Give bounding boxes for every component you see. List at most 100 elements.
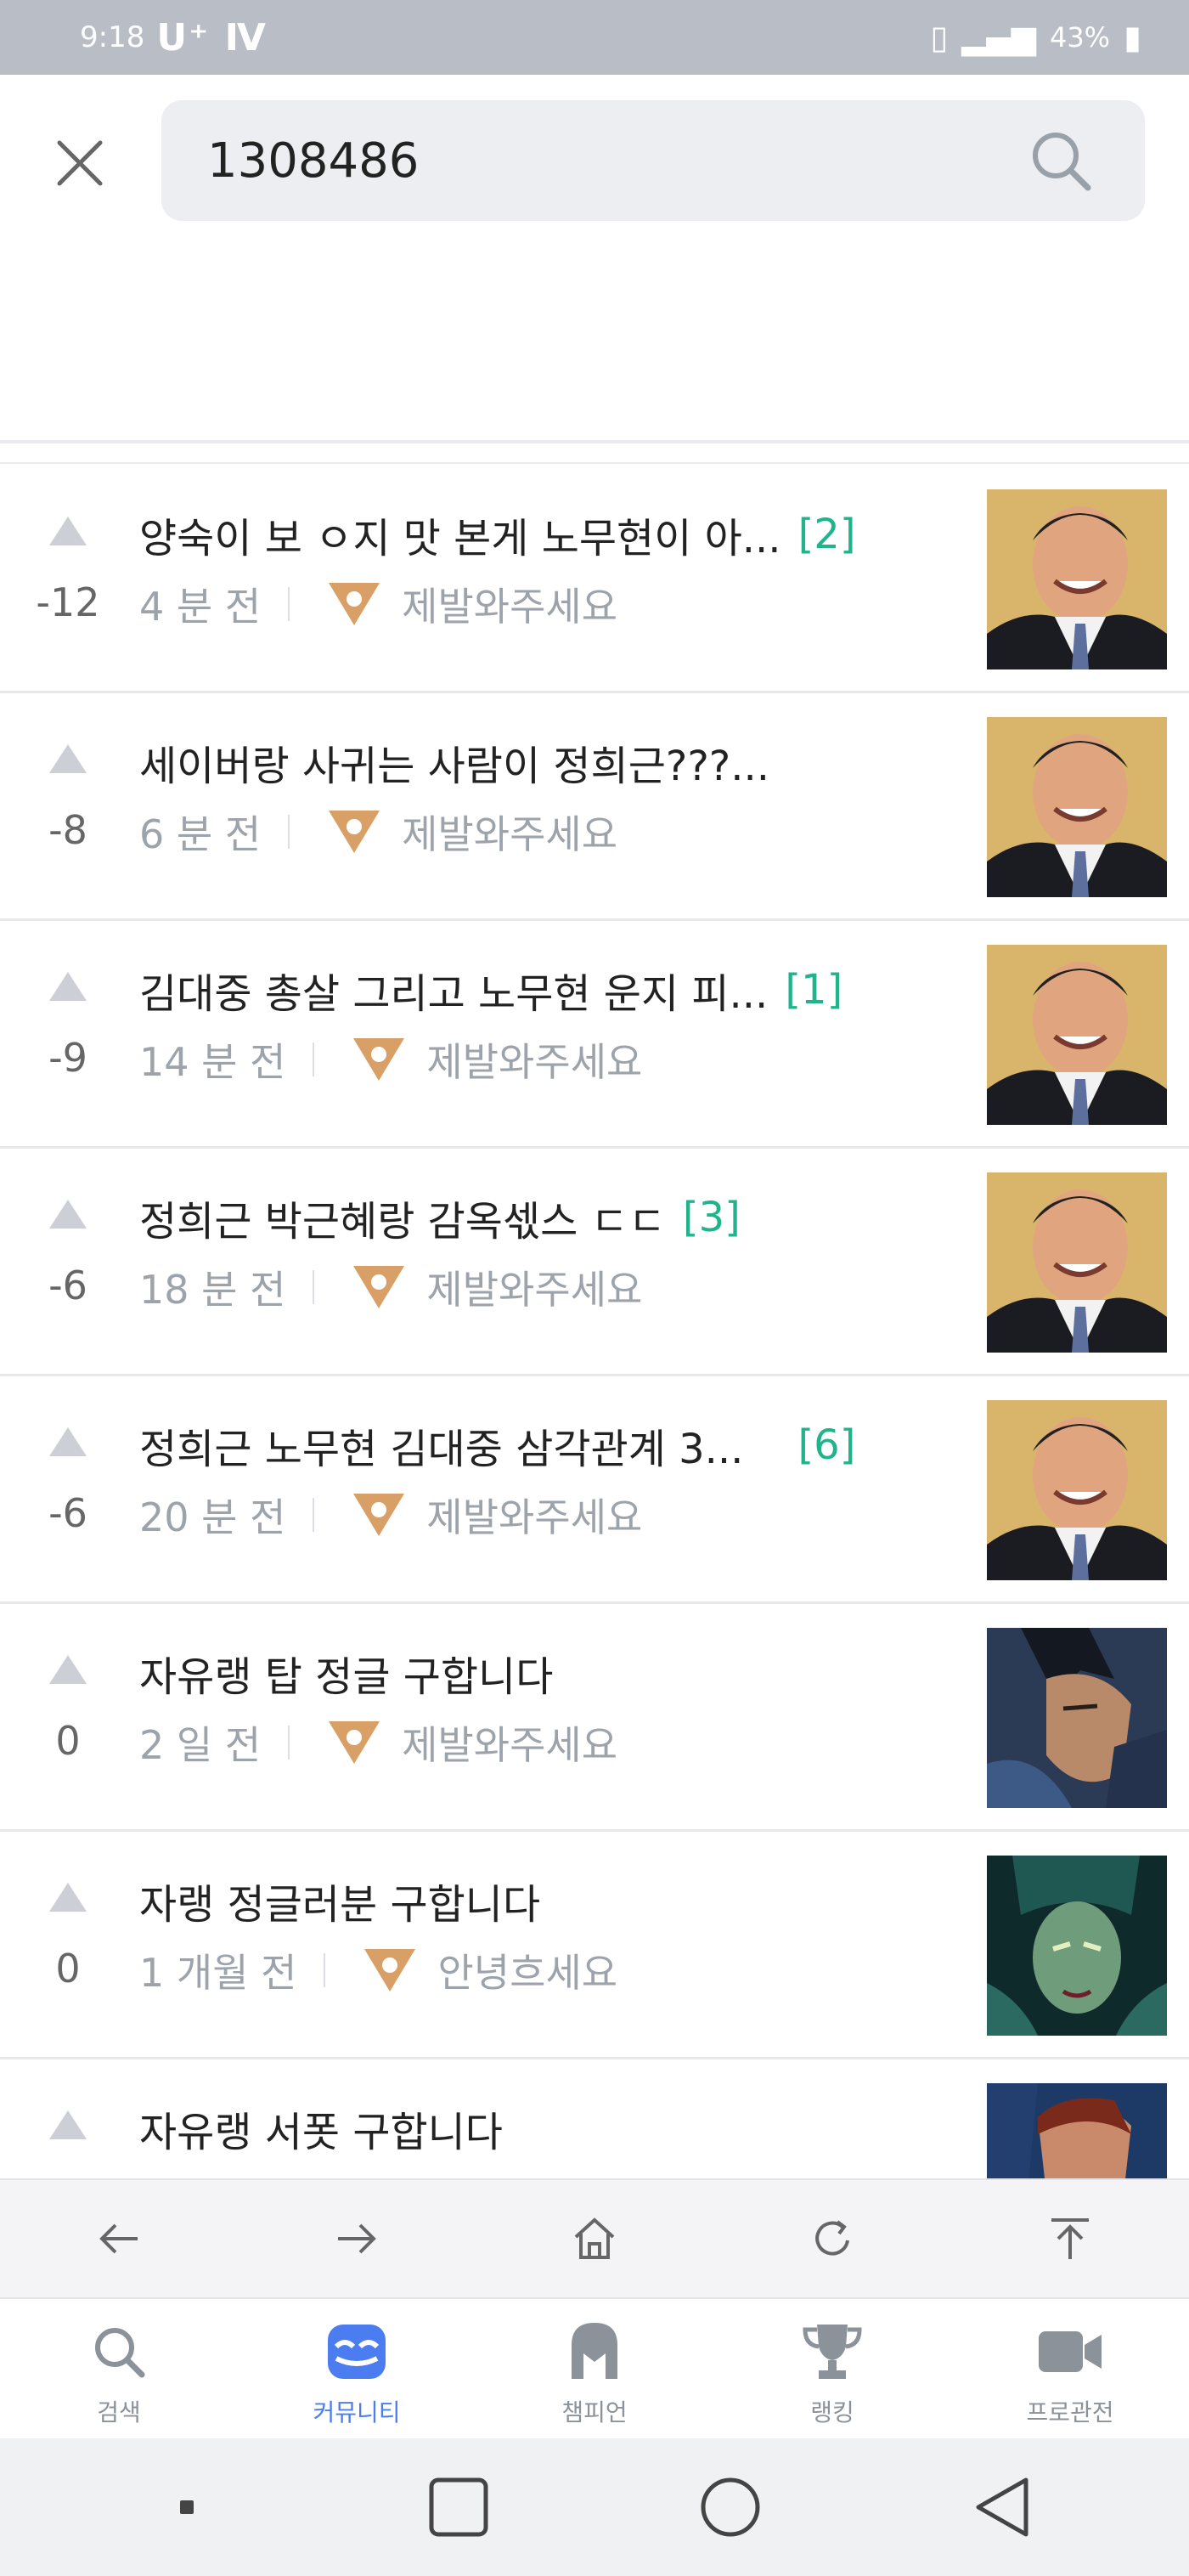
vote-box: -8 — [25, 744, 110, 853]
list-item[interactable]: 0 자유랭 탑 정글 구합니다 2 일 전 제발와주세요 — [0, 1604, 1189, 1832]
list-item[interactable]: -8 세이버랑 사귀는 사람이 정희근???... 6 분 전 제발와주세요 — [0, 693, 1189, 921]
post-title[interactable]: 정희근 노무현 김대중 삼각관계 3... — [139, 1415, 743, 1475]
list-item[interactable]: -12 양숙이 보 ㅇ지 맛 본게 노무현이 아... [2] 4 분 전 제발… — [0, 466, 1189, 693]
back-button[interactable] — [76, 2196, 161, 2281]
search-icon — [95, 2328, 145, 2378]
list-item[interactable]: -6 정희근 노무현 김대중 삼각관계 3... [6] 20 분 전 제발와주… — [0, 1376, 1189, 1604]
comment-count: [6] — [797, 1421, 856, 1469]
post-thumbnail[interactable] — [987, 2083, 1167, 2178]
tier-badge-icon — [353, 1494, 405, 1536]
divider — [0, 440, 1189, 443]
recents-icon — [429, 2477, 488, 2537]
post-title[interactable]: 자유랭 서폿 구합니다 — [139, 2099, 503, 2158]
post-author[interactable]: 제발와주세요 — [402, 804, 617, 860]
post-time: 14 분 전 — [139, 1039, 286, 1085]
search-header: 1308486 — [0, 75, 1189, 464]
upvote-icon[interactable] — [49, 517, 87, 545]
forward-button[interactable] — [314, 2196, 399, 2281]
post-title[interactable]: 김대중 총살 그리고 노무현 운지 피... — [139, 960, 768, 1020]
battery-icon: ▮ — [1124, 19, 1141, 56]
list-item[interactable]: -9 김대중 총살 그리고 노무현 운지 피... [1] 14 분 전 제발와… — [0, 921, 1189, 1149]
portrait-icon — [987, 1172, 1167, 1353]
list-item[interactable]: -6 정희근 박근혜랑 감옥섻스 ㄷㄷ [3] 18 분 전 제발와주세요 — [0, 1149, 1189, 1376]
list-item[interactable]: 0 자랭 정글러분 구합니다 1 개월 전 안녕흐세요 — [0, 1832, 1189, 2059]
status-bar: 9:18 U⁺ Ⅳ ▯ ▂▄▆ 43% ▮ — [0, 0, 1189, 75]
post-title[interactable]: 정희근 박근혜랑 감옥섻스 ㄷㄷ — [139, 1188, 666, 1247]
tab-ranking[interactable]: 랭킹 — [739, 2299, 926, 2438]
vote-box: -12 — [25, 517, 110, 625]
community-icon — [328, 2325, 386, 2379]
upvote-icon[interactable] — [49, 2110, 87, 2139]
upvote-icon[interactable] — [49, 1427, 87, 1456]
tab-label: 검색 — [97, 2398, 141, 2426]
post-author[interactable]: 제발와주세요 — [426, 1487, 642, 1543]
tab-champion[interactable]: 챔피언 — [501, 2299, 688, 2438]
post-time: 18 분 전 — [139, 1267, 286, 1313]
post-author[interactable]: 제발와주세요 — [426, 1259, 642, 1315]
close-icon — [57, 140, 103, 186]
divider — [324, 1953, 326, 1987]
portrait-icon — [987, 489, 1167, 669]
tab-label: 커뮤니티 — [313, 2398, 401, 2426]
divider — [0, 462, 1189, 464]
home-circle-icon — [701, 2477, 760, 2537]
post-title[interactable]: 양숙이 보 ㅇ지 맛 본게 노무현이 아... — [139, 505, 781, 564]
home-button[interactable] — [552, 2196, 637, 2281]
portrait-icon — [987, 1400, 1167, 1580]
post-title[interactable]: 세이버랑 사귀는 사람이 정희근???... — [139, 732, 769, 792]
post-thumbnail[interactable] — [987, 945, 1167, 1125]
list-item[interactable]: 자유랭 서폿 구합니다 — [0, 2059, 1189, 2178]
tab-pro-view[interactable]: 프로관전 — [977, 2299, 1164, 2438]
tier-badge-icon — [329, 583, 380, 625]
tab-label: 랭킹 — [810, 2398, 854, 2426]
forward-arrow-icon — [338, 2223, 376, 2254]
close-button[interactable] — [49, 133, 110, 194]
dot-icon — [180, 2500, 194, 2514]
tier-badge-icon — [329, 1721, 380, 1764]
post-thumbnail[interactable] — [987, 1628, 1167, 1808]
scroll-top-button[interactable] — [1028, 2196, 1113, 2281]
search-input[interactable]: 1308486 — [161, 100, 1145, 221]
post-title[interactable]: 자랭 정글러분 구합니다 — [139, 1871, 540, 1930]
upvote-icon[interactable] — [49, 972, 87, 1001]
tier-badge-icon — [329, 811, 380, 853]
post-author[interactable]: 안녕흐세요 — [437, 1942, 617, 1998]
home-nav-button[interactable] — [679, 2465, 781, 2550]
browser-toolbar — [0, 2178, 1189, 2297]
post-author[interactable]: 제발와주세요 — [426, 1031, 642, 1087]
vote-box: -6 — [25, 1427, 110, 1536]
vote-count: -9 — [48, 1035, 87, 1081]
refresh-button[interactable] — [790, 2196, 875, 2281]
post-thumbnail[interactable] — [987, 1172, 1167, 1353]
post-author[interactable]: 제발와주세요 — [402, 1715, 617, 1771]
scroll-top-icon — [1051, 2218, 1089, 2259]
tab-community[interactable]: 커뮤니티 — [263, 2299, 450, 2438]
vibrate-icon: ▯ — [930, 19, 949, 56]
divider — [288, 815, 290, 849]
comment-count: [1] — [785, 966, 843, 1014]
recents-button[interactable] — [408, 2465, 510, 2550]
upvote-icon[interactable] — [49, 1200, 87, 1229]
tab-label: 프로관전 — [1026, 2398, 1114, 2426]
vote-count: -12 — [36, 579, 100, 625]
post-thumbnail[interactable] — [987, 1856, 1167, 2036]
post-thumbnail[interactable] — [987, 1400, 1167, 1580]
refresh-icon — [815, 2220, 849, 2256]
upvote-icon[interactable] — [49, 1655, 87, 1684]
bottom-tab-bar: 검색 커뮤니티 챔피언 랭킹 프로관전 — [0, 2297, 1189, 2438]
tab-search[interactable]: 검색 — [25, 2299, 212, 2438]
post-list[interactable]: -12 양숙이 보 ㅇ지 맛 본게 노무현이 아... [2] 4 분 전 제발… — [0, 466, 1189, 2178]
upvote-icon[interactable] — [49, 744, 87, 773]
menu-button[interactable] — [136, 2465, 238, 2550]
search-button[interactable] — [1023, 122, 1099, 199]
post-thumbnail[interactable] — [987, 717, 1167, 897]
comment-count: [3] — [682, 1194, 741, 1241]
back-triangle-icon — [976, 2477, 1028, 2537]
back-nav-button[interactable] — [951, 2465, 1053, 2550]
search-query[interactable]: 1308486 — [207, 133, 1023, 189]
post-title[interactable]: 자유랭 탑 정글 구합니다 — [139, 1643, 553, 1703]
upvote-icon[interactable] — [49, 1883, 87, 1912]
post-author[interactable]: 제발와주세요 — [402, 576, 617, 632]
post-thumbnail[interactable] — [987, 489, 1167, 669]
trophy-icon — [803, 2325, 862, 2379]
